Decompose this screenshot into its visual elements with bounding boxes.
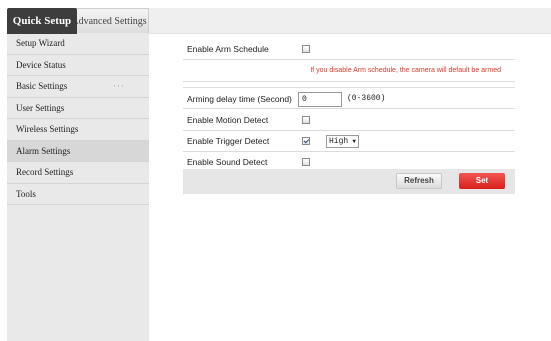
sidebar-item-label: User Settings [16,102,65,113]
set-button[interactable]: Set [459,173,505,189]
arm-schedule-checkbox[interactable] [302,45,310,53]
sidebar-item-label: Wireless Settings [16,124,79,134]
sidebar-item-label: Record Settings [16,167,74,177]
sidebar-item-alarm-settings[interactable]: Alarm Settings [7,140,149,162]
sidebar-item-label: Basic Settings [16,81,68,91]
refresh-button[interactable]: Refresh [396,173,442,189]
sidebar-item-record-settings[interactable]: Record Settings [7,162,149,184]
tab-quick-setup[interactable]: Quick Setup [7,8,77,34]
motion-detect-checkbox[interactable] [302,116,310,124]
tab-advanced-settings[interactable]: Advanced Settings [75,8,149,34]
trigger-level-value: High [329,137,349,146]
motion-detect-row: Enable Motion Detect [183,109,515,131]
button-bar: Refresh Set [183,169,515,194]
sidebar-item-user-settings[interactable]: User Settings [7,98,149,119]
trigger-detect-label: Enable Trigger Detect [187,136,270,146]
sidebar-item-device-status[interactable]: Device Status [7,55,149,76]
trigger-detect-checkbox[interactable] [302,137,310,145]
sidebar-item-setup-wizard[interactable]: Setup Wizard [7,33,149,55]
sidebar-item-label: Tools [16,188,36,199]
sidebar-item-label: Alarm Settings [16,145,71,156]
arming-delay-range: (0-3600) [347,94,386,103]
sidebar: Setup Wizard Device Status Basic Setting… [7,33,149,341]
arming-delay-input[interactable]: 0 [298,92,342,107]
sidebar-item-label: Device Status [16,59,66,70]
arm-schedule-row: Enable Arm Schedule [183,38,515,60]
trigger-detect-row: Enable Trigger Detect High ▼ [183,130,515,152]
motion-detect-label: Enable Motion Detect [187,115,269,125]
arming-delay-row: Arming delay time (Second) 0 (0-3600) [183,87,515,109]
sidebar-item-tools[interactable]: Tools [7,184,149,205]
more-icon: ··· [113,81,125,91]
arming-delay-label: Arming delay time (Second) [187,94,292,104]
content-header-bar [149,8,551,34]
arm-schedule-warning: If you disable Arm schedule, the camera … [310,67,501,74]
warning-row: If you disable Arm schedule, the camera … [183,60,515,82]
trigger-level-select[interactable]: High ▼ [326,135,359,148]
sidebar-item-label: Setup Wizard [16,38,65,48]
sidebar-item-basic-settings[interactable]: Basic Settings ··· [7,76,149,98]
tab-bar: Quick Setup Advanced Settings [0,0,551,34]
sound-detect-checkbox[interactable] [302,158,310,166]
arm-schedule-label: Enable Arm Schedule [187,44,269,54]
chevron-down-icon: ▼ [352,138,356,145]
sidebar-item-wireless-settings[interactable]: Wireless Settings [7,119,149,141]
